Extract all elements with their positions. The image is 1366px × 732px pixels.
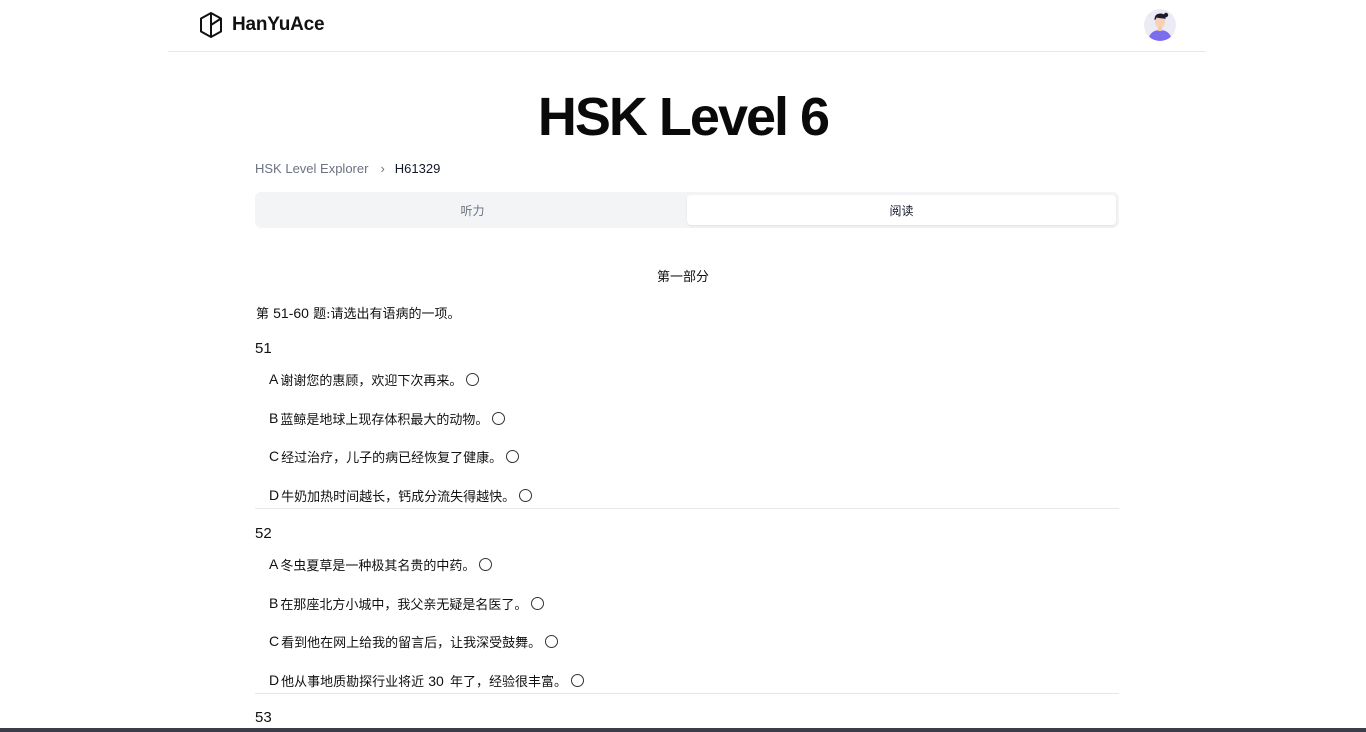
option-52-c[interactable]: C 看到他在网上给我的留言后，让我深受鼓舞。 (269, 630, 559, 652)
option-52-d[interactable]: D 他从事地质勘探行业将近 30 年了，经验很丰富。 (269, 669, 584, 691)
tab-listening[interactable]: 听力 (258, 195, 687, 225)
radio-button[interactable] (531, 596, 545, 610)
option-letter: C (269, 448, 280, 464)
brand-name: HanYuAce (232, 14, 325, 35)
radio-button[interactable] (506, 449, 520, 463)
option-text-after: 年了，经验很丰富。 (445, 674, 567, 690)
option-51-a[interactable]: A 谢谢您的惠顾，欢迎下次再来。 (269, 368, 480, 390)
radio-button[interactable] (570, 673, 584, 687)
instruction-text: 第 51-60 题:请选出有语病的一项。 (256, 303, 460, 322)
option-letter: A (269, 556, 279, 572)
breadcrumb-root-link[interactable]: HSK Level Explorer (255, 161, 368, 176)
option-text: 经过治疗，儿子的病已经恢复了健康。 (281, 450, 503, 466)
cube-logo-icon (198, 11, 224, 39)
option-52-b[interactable]: B 在那座北方小城中，我父亲无疑是名医了。 (269, 592, 545, 614)
option-text-number: 30 (428, 672, 444, 689)
option-text: 看到他在网上给我的留言后，让我深受鼓舞。 (281, 635, 542, 651)
breadcrumb: HSK Level Explorer › H61329 (255, 158, 440, 178)
radio-button[interactable] (545, 634, 559, 648)
option-text: 谢谢您的惠顾，欢迎下次再来。 (280, 373, 463, 389)
section-title: 第一部分 (656, 270, 709, 285)
option-letter: A (269, 371, 279, 387)
option-letter: D (269, 672, 280, 688)
user-avatar[interactable] (1144, 9, 1176, 41)
section-tabs: 听力 阅读 (255, 192, 1119, 228)
option-text-before: 他从事地质勘探行业将近 (281, 674, 429, 690)
option-letter: D (269, 487, 280, 503)
top-navbar: HanYuAce (168, 0, 1206, 52)
tab-reading[interactable]: 阅读 (687, 195, 1116, 225)
option-letter: B (269, 410, 279, 426)
radio-button[interactable] (492, 411, 506, 425)
option-51-b[interactable]: B 蓝鲸是地球上现存体积最大的动物。 (269, 407, 506, 429)
instruction-suffix: 题:请选出有语病的一项。 (308, 307, 461, 322)
page-title: HSK Level 6 (537, 87, 830, 147)
option-letter: C (269, 633, 280, 649)
radio-button[interactable] (519, 488, 533, 502)
question-divider (255, 693, 1119, 694)
question-number: 51 (255, 340, 272, 357)
question-divider (255, 508, 1119, 509)
instruction-range: 51-60 (273, 305, 309, 321)
option-51-c[interactable]: C 经过治疗，儿子的病已经恢复了健康。 (269, 445, 520, 467)
option-52-a[interactable]: A 冬虫夏草是一种极其名贵的中药。 (269, 553, 493, 575)
page: HanYuAce HSK Level 6 HSK Level Explorer … (0, 0, 1366, 732)
option-51-d[interactable]: D 牛奶加热时间越长，钙成分流失得越快。 (269, 484, 533, 506)
breadcrumb-current: H61329 (394, 160, 441, 176)
radio-button[interactable] (466, 372, 480, 386)
option-text: 蓝鲸是地球上现存体积最大的动物。 (280, 412, 489, 428)
option-text: 在那座北方小城中，我父亲无疑是名医了。 (280, 597, 528, 613)
radio-button[interactable] (479, 557, 493, 571)
instruction-prefix: 第 (256, 307, 274, 322)
brand-logo[interactable]: HanYuAce (198, 11, 325, 39)
chevron-right-icon: › (380, 160, 385, 176)
option-letter: B (269, 595, 279, 611)
option-text: 牛奶加热时间越长，钙成分流失得越快。 (281, 489, 516, 505)
option-text: 他从事地质勘探行业将近 30 年了，经验很丰富。 (281, 671, 567, 690)
option-text: 冬虫夏草是一种极其名贵的中药。 (280, 558, 476, 574)
question-number: 52 (255, 525, 272, 542)
window-bottom-edge (0, 728, 1366, 732)
question-number: 53 (255, 709, 272, 726)
